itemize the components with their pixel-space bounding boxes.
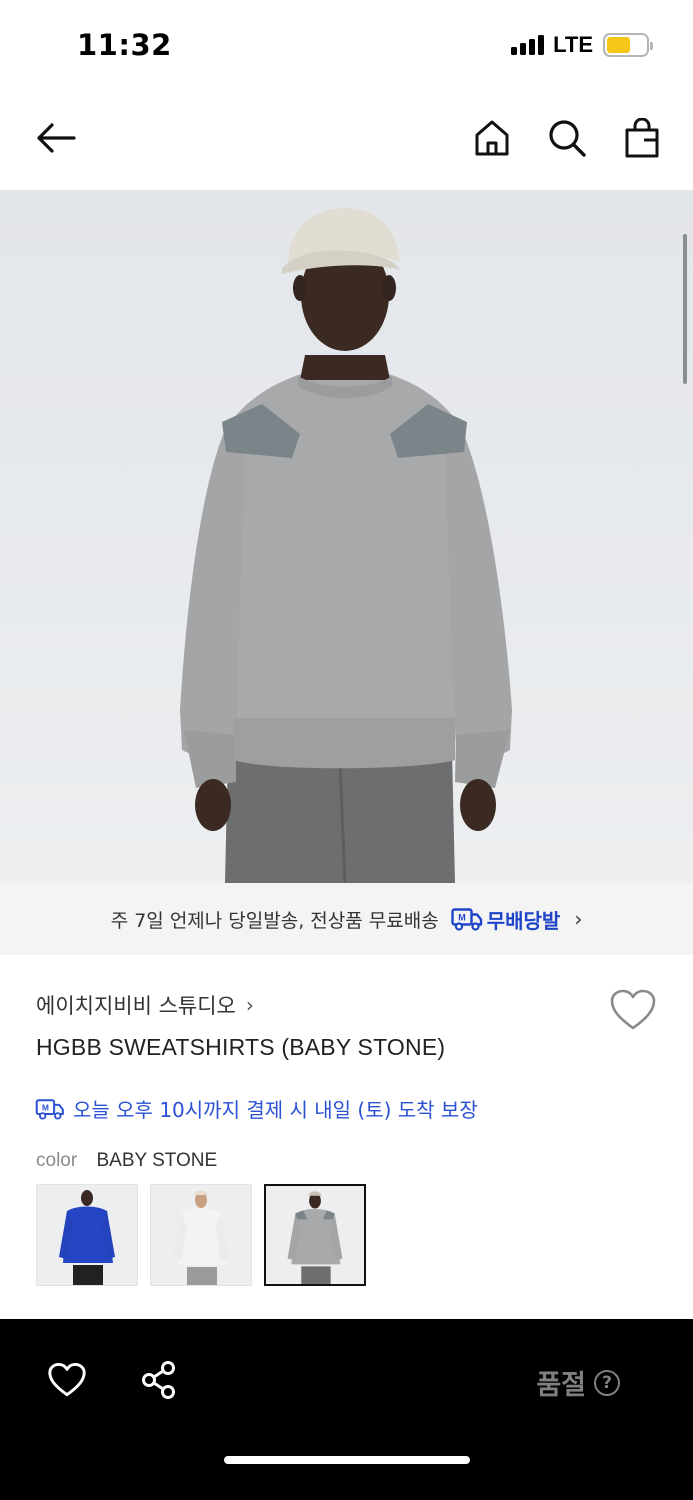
delivery-guarantee: M 오늘 오후 10시까지 결제 시 내일 (토) 도착 보장: [35, 1094, 478, 1123]
color-value: BABY STONE: [96, 1150, 218, 1171]
color-swatch-white[interactable]: [150, 1184, 252, 1286]
status-indicators: LTE: [511, 32, 653, 58]
soldout-status: 품절 ?: [536, 1363, 620, 1402]
brand-name: 에이치지비비 스튜디오: [36, 994, 236, 1018]
product-image[interactable]: [0, 190, 693, 883]
image-scroll-indicator: [683, 234, 687, 384]
share-button[interactable]: [137, 1358, 181, 1402]
delivery-truck-icon: M: [35, 1098, 64, 1120]
product-photo: [0, 190, 693, 883]
svg-text:M: M: [458, 913, 466, 923]
status-bar: 11:32 LTE: [0, 0, 693, 92]
bottom-action-bar: 품절 ?: [0, 1319, 693, 1500]
product-detail-page: 11:32 LTE 주 7일 언제나 당일발송, 전상품 무료배송 M 무배당발…: [0, 0, 693, 1500]
status-time: 11:32: [77, 28, 172, 62]
arrow-left-icon: [37, 123, 76, 153]
top-navigation: [0, 92, 693, 190]
chevron-right-icon: ›: [245, 993, 254, 1017]
chevron-right-icon: ›: [574, 907, 583, 931]
cellular-signal-icon: [511, 35, 545, 55]
back-button[interactable]: [34, 116, 78, 160]
swatch-thumbnail: [37, 1185, 137, 1285]
soldout-label: 품절: [536, 1370, 586, 1401]
home-indicator: [224, 1456, 470, 1464]
color-selection: color BABY STONE: [36, 1150, 217, 1172]
svg-text:M: M: [42, 1103, 49, 1112]
battery-icon: [603, 33, 653, 57]
free-shipping-badge: M 무배당발: [451, 905, 561, 934]
shopping-bag-icon: [625, 118, 659, 158]
heart-icon: [48, 1362, 86, 1397]
color-label: color: [36, 1150, 78, 1171]
product-name: HGBB SWEATSHIRTS (BABY STONE): [36, 1034, 446, 1060]
heart-icon: [610, 989, 656, 1030]
cart-button[interactable]: [620, 116, 664, 160]
color-swatch-blue[interactable]: [36, 1184, 138, 1286]
help-icon[interactable]: ?: [594, 1369, 620, 1396]
search-icon: [549, 120, 586, 157]
free-shipping-badge-label: 무배당발: [486, 908, 561, 933]
delivery-truck-icon: M: [451, 908, 482, 931]
swatch-thumbnail: [266, 1186, 364, 1284]
color-swatches: [36, 1184, 366, 1286]
wishlist-button[interactable]: [609, 988, 657, 1032]
home-icon: [475, 120, 509, 156]
brand-link[interactable]: 에이치지비비 스튜디오 ›: [36, 990, 254, 1020]
swatch-thumbnail: [151, 1185, 251, 1285]
share-icon: [142, 1361, 175, 1399]
home-button[interactable]: [470, 116, 514, 160]
wishlist-bottom-button[interactable]: [45, 1358, 89, 1402]
search-button[interactable]: [545, 116, 589, 160]
color-swatch-baby-stone[interactable]: [264, 1184, 366, 1286]
network-type: LTE: [553, 32, 593, 57]
shipping-banner-text: 주 7일 언제나 당일발송, 전상품 무료배송: [110, 909, 439, 932]
shipping-banner[interactable]: 주 7일 언제나 당일발송, 전상품 무료배송 M 무배당발 ›: [0, 883, 693, 955]
delivery-guarantee-text: 오늘 오후 10시까지 결제 시 내일 (토) 도착 보장: [73, 1098, 478, 1122]
